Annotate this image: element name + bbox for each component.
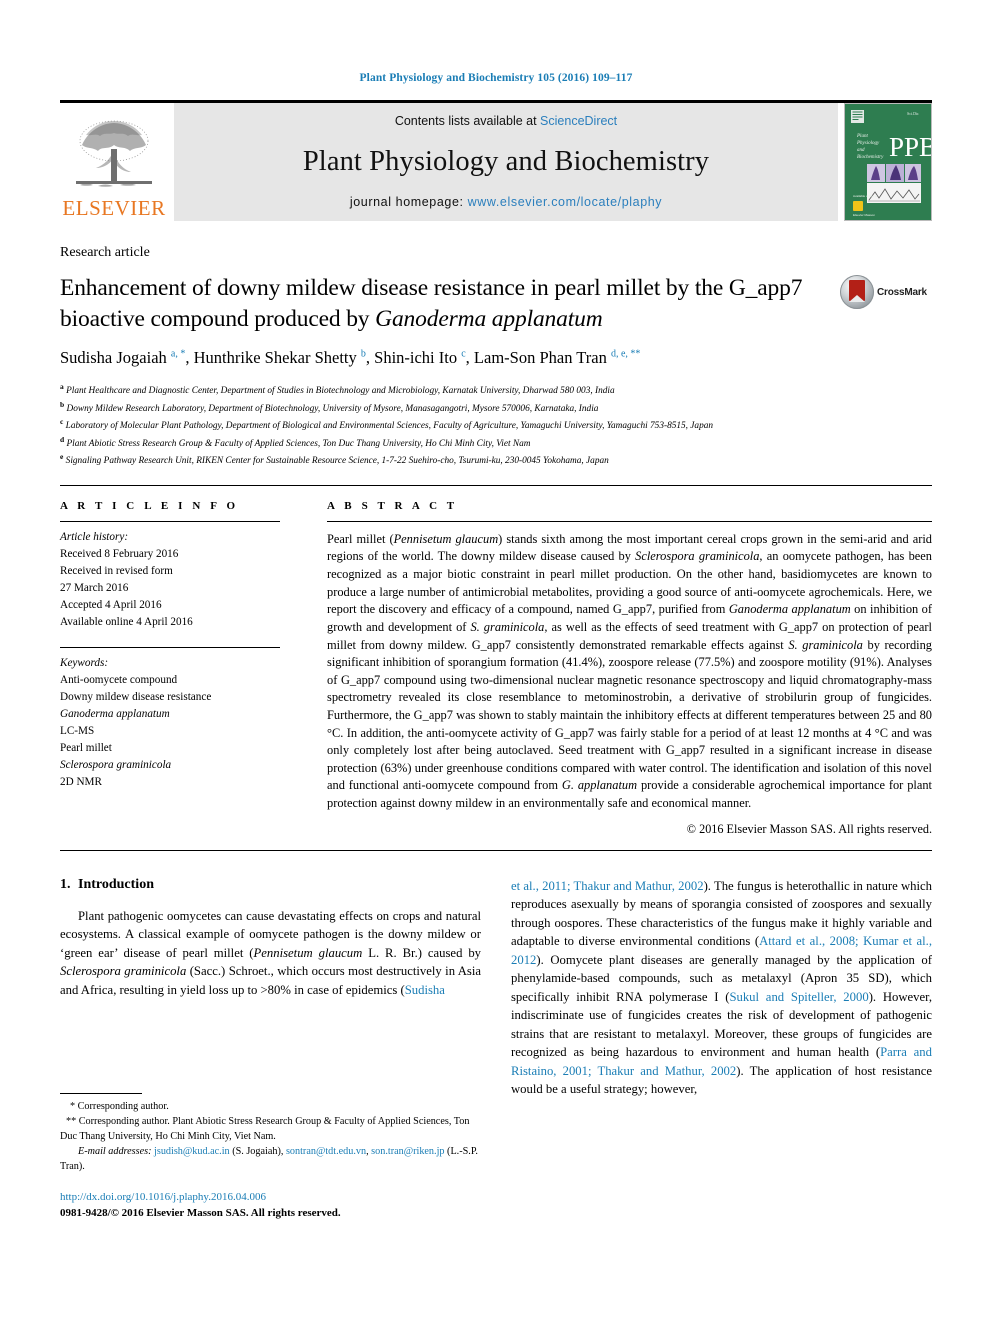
svg-text:Elsevier Masson: Elsevier Masson: [853, 213, 875, 217]
crossmark-icon: [840, 275, 874, 309]
journal-homepage-line: journal homepage: www.elsevier.com/locat…: [350, 195, 662, 209]
section-divider: [60, 849, 932, 851]
affiliation-text: Laboratory of Molecular Plant Pathology,…: [65, 421, 714, 432]
crossmark-badge[interactable]: CrossMark: [840, 273, 932, 309]
abstract-heading: A B S T R A C T: [327, 499, 458, 512]
keyword-item: Ganoderma applanatum: [60, 708, 170, 720]
email-link-1[interactable]: jsudish@kud.ac.in: [154, 1146, 230, 1157]
affiliation-item: d Plant Abiotic Stress Research Group & …: [60, 434, 932, 452]
abstract-text: Pearl millet (Pennisetum glaucum) stands…: [327, 531, 933, 810]
affiliation-marker: d: [60, 434, 65, 444]
body-column-left: 1. Introduction Plant pathogenic oomycete…: [60, 877, 481, 1222]
section-number: 1.: [60, 876, 71, 892]
journal-homepage-link[interactable]: www.elsevier.com/locate/plaphy: [468, 195, 662, 209]
running-head: Plant Physiology and Biochemistry 105 (2…: [359, 72, 633, 84]
article-type-label: Research article: [60, 245, 150, 260]
footnote-emails: E-mail addresses: jsudish@kud.ac.in (S. …: [60, 1145, 478, 1172]
homepage-prefix: journal homepage:: [349, 195, 468, 209]
sciencedirect-band: Contents lists available at ScienceDirec…: [174, 103, 838, 221]
svg-text:Sci.Dir.: Sci.Dir.: [907, 111, 919, 116]
article-history-block: Article history: Received 8 February 201…: [60, 529, 280, 631]
page-title: Enhancement of downy mildew disease resi…: [60, 273, 840, 334]
doi-block: http://dx.doi.org/10.1016/j.plaphy.2016.…: [60, 1189, 481, 1222]
history-item: Accepted 4 April 2016: [60, 598, 162, 611]
abstract-column: A B S T R A C T Pearl millet (Pennisetum…: [310, 500, 932, 837]
article-first-page: Plant Physiology and Biochemistry 105 (2…: [0, 0, 992, 1323]
elsevier-tree-icon: [76, 120, 152, 187]
divider: [60, 520, 280, 522]
introduction-heading: 1. Introduction: [60, 877, 481, 893]
doi-link[interactable]: http://dx.doi.org/10.1016/j.plaphy.2016.…: [60, 1189, 481, 1206]
keywords-block: Keywords: Anti-oomycete compound Downy m…: [60, 655, 280, 791]
svg-text:Biochemistry: Biochemistry: [857, 155, 884, 160]
affiliation-text: Plant Abiotic Stress Research Group & Fa…: [66, 438, 531, 449]
affiliation-marker: e: [60, 452, 64, 462]
keyword-item: Downy mildew disease resistance: [60, 690, 212, 703]
email-link-2[interactable]: sontran@tdt.edu.vn: [286, 1146, 366, 1157]
issn-copyright-line: 0981-9428/© 2016 Elsevier Masson SAS. Al…: [60, 1207, 341, 1220]
svg-text:Plant: Plant: [856, 134, 868, 139]
cover-artwork-icon: Sci.Dir. Plant Physiology and Biochemist…: [845, 104, 931, 220]
title-line-1: Enhancement of downy mildew disease resi…: [60, 275, 690, 301]
history-item: 27 March 2016: [60, 581, 129, 594]
svg-text:Physiology: Physiology: [856, 141, 880, 146]
email-label: E-mail addresses:: [78, 1145, 152, 1157]
keyword-item: Pearl millet: [60, 742, 112, 755]
email-link-3[interactable]: son.tran@riken.jp: [371, 1146, 444, 1157]
footnote-corresponding-1: * Corresponding author.: [70, 1101, 169, 1113]
affiliation-text: Signaling Pathway Research Unit, RIKEN C…: [65, 456, 609, 467]
affiliation-list: a Plant Healthcare and Diagnostic Center…: [60, 381, 932, 469]
footnote-block: * Corresponding author. ** Corresponding…: [60, 1093, 481, 1221]
svg-text:PPB: PPB: [889, 132, 931, 162]
affiliation-item: b Downy Mildew Research Laboratory, Depa…: [60, 399, 932, 417]
contents-prefix: Contents lists available at: [394, 114, 541, 128]
footnote-corresponding-2: ** Corresponding author. Plant Abiotic S…: [60, 1116, 470, 1142]
svg-text:and: and: [857, 148, 865, 153]
section-title-text: Introduction: [78, 876, 154, 892]
keyword-item: Sclerospora graminicola: [60, 759, 172, 772]
elsevier-logo: ELSEVIER: [60, 103, 168, 221]
keyword-item: 2D NMR: [60, 776, 102, 789]
history-item: Received in revised form: [60, 564, 173, 577]
affiliation-marker: b: [60, 399, 65, 409]
affiliation-item: a Plant Healthcare and Diagnostic Center…: [60, 381, 932, 399]
article-info-column: A R T I C L E I N F O Article history: R…: [60, 500, 310, 837]
affiliation-marker: a: [60, 382, 64, 392]
body-columns: 1. Introduction Plant pathogenic oomycete…: [60, 877, 932, 1222]
crossmark-label: CrossMark: [877, 286, 927, 298]
introduction-paragraph-right: et al., 2011; Thakur and Mathur, 2002). …: [511, 878, 933, 1097]
body-column-right: et al., 2011; Thakur and Mathur, 2002). …: [511, 877, 932, 1222]
contents-available-line: Contents lists available at ScienceDirec…: [395, 114, 617, 128]
sciencedirect-link[interactable]: ScienceDirect: [540, 114, 617, 128]
history-item: Received 8 February 2016: [60, 547, 179, 560]
journal-title: Plant Physiology and Biochemistry: [302, 145, 710, 177]
footnote-rule: [60, 1093, 142, 1095]
keywords-label: Keywords:: [60, 656, 109, 669]
divider: [60, 646, 280, 648]
journal-cover-image: Sci.Dir. Plant Physiology and Biochemist…: [844, 103, 932, 221]
affiliation-marker: c: [60, 417, 64, 427]
elsevier-wordmark: ELSEVIER: [62, 196, 166, 220]
article-history-label: Article history:: [60, 530, 129, 543]
affiliation-item: c Laboratory of Molecular Plant Patholog…: [60, 416, 932, 434]
abstract-copyright: © 2016 Elsevier Masson SAS. All rights r…: [686, 821, 932, 836]
introduction-paragraph-left: Plant pathogenic oomycetes can cause dev…: [60, 908, 482, 997]
email-owner-1: (S. Jogaiah),: [232, 1145, 284, 1157]
journal-masthead: ELSEVIER Contents lists available at Sci…: [60, 100, 932, 221]
keyword-item: Anti-oomycete compound: [60, 673, 178, 686]
info-abstract-section: A R T I C L E I N F O Article history: R…: [60, 484, 932, 837]
title-row: Enhancement of downy mildew disease resi…: [60, 273, 932, 334]
affiliation-text: Plant Healthcare and Diagnostic Center, …: [66, 386, 615, 397]
article-info-heading: A R T I C L E I N F O: [60, 499, 239, 512]
title-species-name: Ganoderma applanatum: [375, 305, 603, 332]
divider: [327, 520, 932, 522]
history-item: Available online 4 April 2016: [60, 615, 193, 628]
affiliation-item: e Signaling Pathway Research Unit, RIKEN…: [60, 451, 932, 469]
keyword-item: LC-MS: [60, 725, 95, 738]
affiliation-text: Downy Mildew Research Laboratory, Depart…: [66, 403, 599, 414]
svg-text:Available online at: Available online at: [853, 194, 877, 198]
author-list: Sudisha Jogaiah a, *, Hunthrike Shekar S…: [60, 348, 641, 368]
